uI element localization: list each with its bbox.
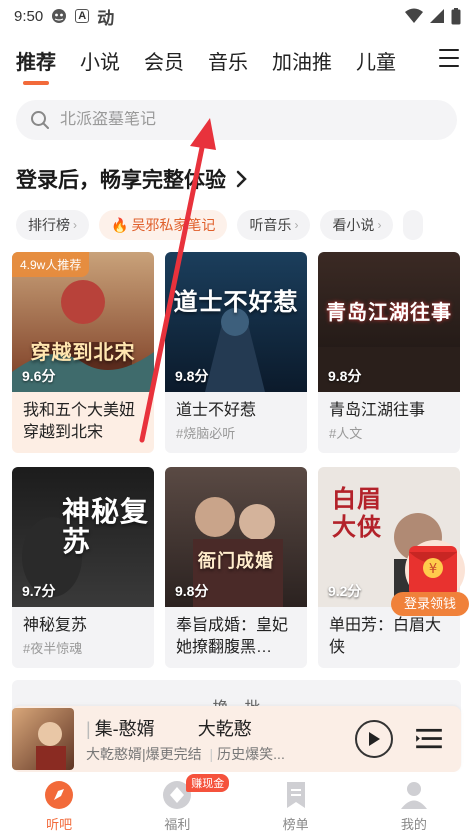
cover-title: 青岛江湖往事	[326, 300, 452, 324]
book-tag: #人文	[329, 426, 363, 441]
menu-icon[interactable]	[439, 49, 459, 67]
signal-icon	[430, 9, 444, 23]
book-card[interactable]: 衙门成婚 9.8分 奉旨成婚：皇妃她撩翻腹黑…	[165, 467, 307, 668]
play-button[interactable]	[355, 720, 393, 758]
book-score: 9.8分	[328, 368, 362, 384]
tab-novel[interactable]: 小说	[80, 46, 120, 75]
book-score: 9.2分	[328, 583, 362, 599]
book-tag: #烧脑必听	[176, 426, 236, 441]
battery-icon	[451, 7, 461, 24]
book-card[interactable]: 4.9w人推荐 穿越到北宋 9.6分 我和五个大美妞穿越到北宋	[12, 252, 154, 453]
tab-music[interactable]: 音乐	[208, 46, 248, 75]
listen-icon	[45, 781, 74, 809]
login-bonus-button[interactable]: 登录领钱	[391, 592, 469, 616]
book-card[interactable]: 神秘复苏 9.7分 神秘复苏 #夜半惊魂	[12, 467, 154, 668]
tab-recommend[interactable]: 推荐	[16, 46, 56, 75]
status-bar: 9:50 A 动	[0, 0, 473, 32]
nav-welfare[interactable]: 赚现金 福利	[118, 772, 236, 840]
flame-icon: 🔥	[111, 216, 129, 233]
search-bar[interactable]	[16, 100, 457, 140]
book-score: 9.6分	[22, 368, 56, 384]
app-notification-icon	[51, 8, 67, 24]
cover-title: 衙门成婚	[198, 551, 274, 572]
player-info: | 集-憨婿 大乾憨 大乾憨婿|爆更完结 | 历史爆笑...	[86, 718, 285, 762]
player-sub-a: 大乾憨婿|爆更完结	[86, 745, 202, 762]
search-input[interactable]	[60, 111, 440, 129]
book-title: 神秘复苏	[23, 617, 88, 634]
player-title-a: 集-憨婿	[94, 718, 155, 739]
cover-title: 神秘复苏	[62, 495, 150, 558]
book-cover: 4.9w人推荐 穿越到北宋 9.6分	[12, 252, 154, 392]
tab-member[interactable]: 会员	[144, 46, 184, 75]
book-cover: 神秘复苏 9.7分	[12, 467, 154, 607]
wifi-icon	[405, 8, 423, 23]
player-sub-b: 历史爆笑...	[217, 745, 285, 762]
chip-label: 看小说	[332, 217, 375, 233]
chevron-right-icon: ›	[73, 218, 77, 232]
book-cover: 青岛江湖往事 9.8分	[318, 252, 460, 392]
nav-ranking[interactable]: 榜单	[237, 772, 355, 840]
status-time: 9:50	[14, 7, 44, 25]
nav-listen[interactable]: 听吧	[0, 772, 118, 840]
book-card[interactable]: 道士不好惹 9.8分 道士不好惹 #烧脑必听	[165, 252, 307, 453]
chip-label: 听音乐	[249, 217, 292, 233]
chevron-right-icon: ›	[294, 218, 299, 232]
chevron-right-icon	[236, 170, 247, 188]
svg-text:¥: ¥	[429, 562, 437, 577]
mini-player[interactable]: | 集-憨婿 大乾憨 大乾憨婿|爆更完结 | 历史爆笑...	[12, 706, 461, 772]
book-score: 9.8分	[175, 583, 209, 599]
player-cover	[12, 708, 74, 770]
book-score: 9.8分	[175, 368, 209, 384]
player-title-b: 大乾憨	[197, 718, 252, 739]
nav-label: 我的	[400, 817, 427, 832]
book-title: 青岛江湖往事	[329, 402, 426, 419]
book-card[interactable]: 青岛江湖往事 9.8分 青岛江湖往事 #人文	[318, 252, 460, 453]
nav-label: 榜单	[282, 817, 309, 832]
playlist-icon[interactable]	[415, 728, 443, 750]
book-title: 单田芳：白眉大侠	[329, 617, 442, 656]
chip-label: 排行榜	[28, 217, 70, 233]
login-banner[interactable]: 登录后，畅享完整体验	[16, 164, 457, 194]
bottom-nav: 听吧 赚现金 福利 榜单 我的	[0, 772, 473, 840]
tab-children[interactable]: 儿童	[356, 46, 396, 75]
book-cover: 衙门成婚 9.8分	[165, 467, 307, 607]
book-title: 奉旨成婚：皇妃她撩翻腹黑…	[176, 617, 289, 656]
app-glyph-icon: 动	[97, 8, 115, 28]
cover-title: 穿越到北宋	[30, 340, 136, 364]
a-notification-icon: A	[75, 9, 90, 23]
book-cover: 道士不好惹 9.8分	[165, 252, 307, 392]
book-score: 9.7分	[22, 583, 56, 599]
chip-label: 吴邪私家笔记	[131, 217, 216, 233]
tab-boost[interactable]: 加油推	[272, 46, 332, 75]
recommend-badge: 4.9w人推荐	[12, 252, 90, 277]
cover-title: 道士不好惹	[173, 287, 299, 316]
chevron-right-icon: ›	[377, 218, 382, 232]
category-chips: 排行榜 › 🔥 吴邪私家笔记 听音乐 › 看小说 ›	[0, 210, 473, 240]
book-title: 道士不好惹	[176, 402, 257, 419]
chip-more[interactable]	[403, 210, 424, 240]
play-icon	[369, 732, 380, 746]
chip-listen-music[interactable]: 听音乐 ›	[237, 210, 311, 240]
earn-cash-badge: 赚现金	[186, 774, 230, 792]
bookmark-icon	[286, 782, 305, 808]
top-tab-bar: 推荐 小说 会员 音乐 加油推 儿童	[0, 32, 473, 88]
chip-read-novel[interactable]: 看小说 ›	[320, 210, 394, 240]
chip-ranking[interactable]: 排行榜 ›	[16, 210, 89, 240]
profile-icon	[400, 782, 427, 809]
login-banner-text: 登录后，畅享完整体验	[16, 169, 226, 192]
nav-label: 福利	[164, 817, 191, 832]
book-title: 我和五个大美妞穿越到北宋	[23, 402, 136, 441]
search-icon	[31, 111, 49, 129]
nav-label: 听吧	[46, 817, 73, 832]
chip-wuxie-notes[interactable]: 🔥 吴邪私家笔记	[99, 210, 228, 240]
nav-profile[interactable]: 我的	[355, 772, 473, 840]
book-tag: #夜半惊魂	[23, 641, 83, 656]
